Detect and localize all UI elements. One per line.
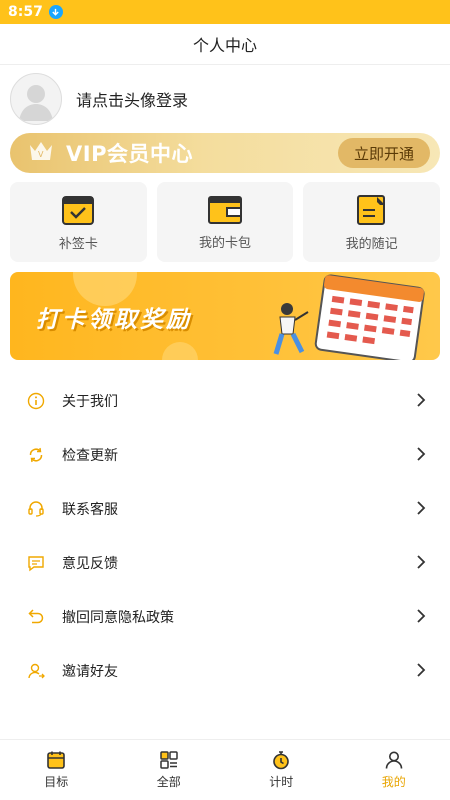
calendar-icon bbox=[47, 751, 66, 769]
tile-makeup-card[interactable]: 补签卡 bbox=[10, 182, 147, 262]
login-prompt[interactable]: 请点击头像登录 bbox=[76, 87, 188, 111]
tab-label: 全部 bbox=[156, 775, 181, 789]
chevron-right-icon bbox=[416, 662, 426, 682]
status-bar: 8:57 bbox=[0, 0, 450, 24]
headset-icon bbox=[26, 499, 46, 519]
info-icon bbox=[26, 391, 46, 411]
menu-item-label: 检查更新 bbox=[62, 448, 118, 464]
menu-item-label: 撤回同意隐私政策 bbox=[62, 610, 174, 626]
checkin-reward-banner[interactable]: 打卡领取奖励 bbox=[10, 272, 440, 360]
quick-tiles: 补签卡 我的卡包 我的随记 bbox=[0, 173, 450, 262]
tab-timer[interactable]: 计时 bbox=[225, 740, 338, 800]
grid-icon bbox=[160, 751, 178, 769]
menu-item-revoke-privacy[interactable]: 撤回同意隐私政策 bbox=[0, 590, 450, 644]
chevron-right-icon bbox=[416, 554, 426, 574]
tile-label: 我的随记 bbox=[345, 236, 398, 252]
message-icon bbox=[26, 553, 46, 573]
menu-item-label: 联系客服 bbox=[62, 502, 118, 518]
menu-item-invite-friends[interactable]: 邀请好友 bbox=[0, 644, 450, 698]
chevron-right-icon bbox=[416, 446, 426, 466]
menu-item-feedback[interactable]: 意见反馈 bbox=[0, 536, 450, 590]
profile-row[interactable]: 请点击头像登录 bbox=[0, 65, 450, 133]
stopwatch-icon bbox=[273, 751, 290, 770]
tab-goals[interactable]: 目标 bbox=[0, 740, 113, 800]
wallet-icon bbox=[208, 195, 242, 224]
default-avatar-icon bbox=[19, 85, 53, 121]
page-header: 个人中心 bbox=[0, 24, 450, 65]
avatar[interactable] bbox=[10, 73, 62, 125]
bottom-tab-bar: 目标 全部 计时 我的 bbox=[0, 739, 450, 800]
tile-label: 补签卡 bbox=[58, 236, 98, 252]
tab-label: 目标 bbox=[44, 775, 69, 789]
menu-item-about[interactable]: 关于我们 bbox=[0, 374, 450, 428]
status-time: 8:57 bbox=[8, 4, 43, 20]
calendar-check-icon bbox=[62, 195, 95, 225]
undo-icon bbox=[26, 607, 46, 627]
svg-text:V: V bbox=[38, 150, 44, 159]
chevron-right-icon bbox=[416, 608, 426, 628]
tile-notes[interactable]: 我的随记 bbox=[303, 182, 441, 262]
tile-card-wallet[interactable]: 我的卡包 bbox=[156, 182, 294, 262]
refresh-icon bbox=[26, 445, 46, 465]
settings-menu: 关于我们 检查更新 联系客服 意见反馈 撤回同意隐私政策 邀请好友 bbox=[0, 374, 450, 698]
vip-banner[interactable]: V VIP会员中心 立即开通 bbox=[10, 133, 440, 173]
tab-label: 我的 bbox=[381, 775, 406, 789]
tab-all[interactable]: 全部 bbox=[113, 740, 226, 800]
tab-mine[interactable]: 我的 bbox=[338, 740, 450, 800]
invite-user-icon bbox=[26, 661, 46, 681]
page-title: 个人中心 bbox=[192, 36, 257, 55]
chevron-right-icon bbox=[416, 392, 426, 412]
banner-text: 打卡领取奖励 bbox=[36, 307, 192, 333]
crown-icon: V bbox=[28, 139, 54, 167]
menu-item-customer-service[interactable]: 联系客服 bbox=[0, 482, 450, 536]
note-edit-icon bbox=[356, 194, 385, 225]
vip-open-button[interactable]: 立即开通 bbox=[338, 138, 430, 168]
tab-label: 计时 bbox=[269, 775, 294, 789]
user-icon bbox=[385, 751, 403, 769]
menu-item-check-update[interactable]: 检查更新 bbox=[0, 428, 450, 482]
tile-label: 我的卡包 bbox=[199, 235, 252, 251]
download-icon bbox=[48, 5, 63, 19]
menu-item-label: 邀请好友 bbox=[62, 664, 118, 680]
menu-item-label: 关于我们 bbox=[62, 394, 118, 410]
vip-title: VIP会员中心 bbox=[66, 142, 193, 166]
chevron-right-icon bbox=[416, 500, 426, 520]
menu-item-label: 意见反馈 bbox=[62, 556, 118, 572]
